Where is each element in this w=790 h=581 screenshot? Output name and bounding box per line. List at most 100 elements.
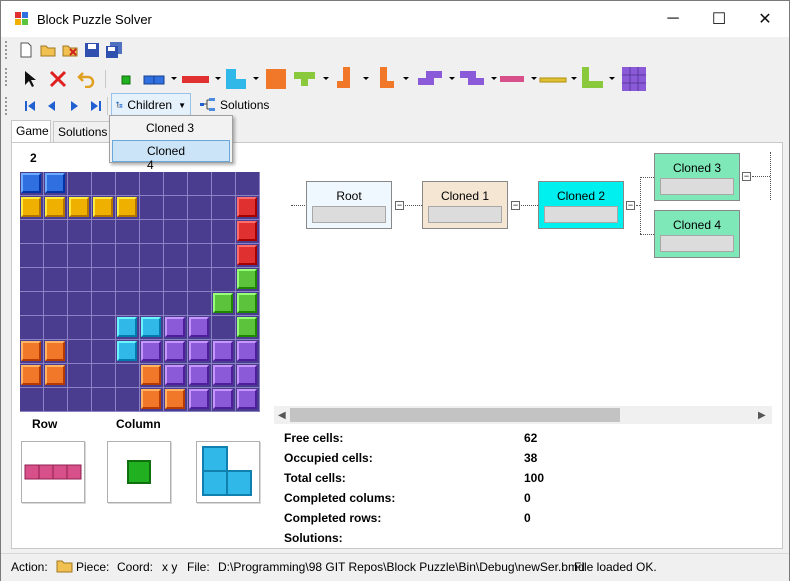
board-cell[interactable] xyxy=(188,244,212,268)
save-icon[interactable] xyxy=(83,41,101,59)
chevron-down-icon[interactable] xyxy=(571,77,577,80)
board-cell[interactable] xyxy=(164,172,188,196)
board-cell[interactable] xyxy=(20,388,44,412)
collapse-toggle[interactable]: − xyxy=(395,201,404,210)
board-cell[interactable] xyxy=(20,268,44,292)
board-cell[interactable] xyxy=(92,292,116,316)
z-piece-icon[interactable] xyxy=(459,68,485,90)
board-cell[interactable] xyxy=(188,220,212,244)
board-cell[interactable] xyxy=(212,220,236,244)
board-cell[interactable] xyxy=(44,316,68,340)
board-cell[interactable] xyxy=(68,244,92,268)
scroll-right-icon[interactable]: ▶ xyxy=(758,410,766,421)
undo-icon[interactable] xyxy=(77,70,95,88)
board-cell[interactable] xyxy=(140,268,164,292)
close-button[interactable]: ✕ xyxy=(742,1,788,37)
board-cell[interactable] xyxy=(164,268,188,292)
chevron-down-icon[interactable] xyxy=(531,77,537,80)
board-cell[interactable] xyxy=(92,364,116,388)
board-cell[interactable] xyxy=(68,388,92,412)
four-line-piece-icon[interactable] xyxy=(499,70,525,88)
board-cell[interactable] xyxy=(188,196,212,220)
chevron-down-icon[interactable] xyxy=(403,77,409,80)
tree-node-cloned-3[interactable]: Cloned 3 xyxy=(654,153,740,201)
board-cell[interactable] xyxy=(44,268,68,292)
tab-game[interactable]: Game xyxy=(11,120,51,143)
toolbar-grip[interactable] xyxy=(5,97,8,115)
board-cell[interactable] xyxy=(212,172,236,196)
tree-node-cloned-1[interactable]: Cloned 1 xyxy=(422,181,508,229)
chevron-down-icon[interactable] xyxy=(491,77,497,80)
single-block-piece-icon[interactable] xyxy=(117,70,135,88)
board-cell[interactable] xyxy=(116,220,140,244)
five-line-piece-icon[interactable] xyxy=(539,70,567,88)
chevron-down-icon[interactable] xyxy=(253,77,259,80)
board-cell[interactable] xyxy=(164,244,188,268)
tab-solutions[interactable]: Solutions xyxy=(53,121,115,143)
row-piece-preview[interactable] xyxy=(21,441,85,503)
board-cell[interactable] xyxy=(20,316,44,340)
board-cell[interactable] xyxy=(44,292,68,316)
collapse-toggle[interactable]: − xyxy=(511,201,520,210)
collapse-toggle[interactable]: − xyxy=(742,172,751,181)
collapse-toggle[interactable]: − xyxy=(626,201,635,210)
board-cell[interactable] xyxy=(44,244,68,268)
tree-node-cloned-2[interactable]: Cloned 2 xyxy=(538,181,624,229)
board-cell[interactable] xyxy=(68,292,92,316)
j-tetromino-piece-icon[interactable] xyxy=(377,66,395,92)
board-cell[interactable] xyxy=(44,388,68,412)
board-cell[interactable] xyxy=(188,172,212,196)
board-cell[interactable] xyxy=(92,268,116,292)
save-all-icon[interactable] xyxy=(105,41,123,59)
chevron-down-icon[interactable] xyxy=(609,77,615,80)
close-file-icon[interactable] xyxy=(61,41,79,59)
board-cell[interactable] xyxy=(140,172,164,196)
board-cell[interactable] xyxy=(140,292,164,316)
board-cell[interactable] xyxy=(188,268,212,292)
delete-icon[interactable] xyxy=(49,70,67,88)
l-triomino-piece-icon[interactable] xyxy=(225,68,247,90)
board-cell[interactable] xyxy=(140,220,164,244)
t-piece-icon[interactable] xyxy=(293,68,317,90)
pointer-icon[interactable] xyxy=(21,70,39,88)
domino-piece-icon[interactable] xyxy=(143,70,165,88)
solutions-button[interactable]: Solutions xyxy=(195,93,275,117)
board-cell[interactable] xyxy=(116,244,140,268)
tree-horizontal-scrollbar[interactable]: ◀ ▶ xyxy=(274,406,772,424)
board-cell[interactable] xyxy=(116,268,140,292)
board-cell[interactable] xyxy=(140,196,164,220)
board-cell[interactable] xyxy=(116,292,140,316)
board-cell[interactable] xyxy=(212,196,236,220)
scroll-thumb[interactable] xyxy=(290,408,620,422)
board-cell[interactable] xyxy=(20,244,44,268)
board-cell[interactable] xyxy=(68,340,92,364)
board-cell[interactable] xyxy=(116,172,140,196)
first-node-icon[interactable] xyxy=(21,97,39,115)
board-cell[interactable] xyxy=(116,364,140,388)
puzzle-board[interactable] xyxy=(20,172,260,412)
board-cell[interactable] xyxy=(68,268,92,292)
chevron-down-icon[interactable] xyxy=(449,77,455,80)
board-cell[interactable] xyxy=(212,268,236,292)
tree-node-cloned-4[interactable]: Cloned 4 xyxy=(654,210,740,258)
board-cell[interactable] xyxy=(116,388,140,412)
next-node-icon[interactable] xyxy=(65,97,83,115)
board-cell[interactable] xyxy=(92,316,116,340)
board-cell[interactable] xyxy=(68,220,92,244)
board-cell[interactable] xyxy=(236,172,260,196)
minimize-button[interactable]: ─ xyxy=(650,1,696,37)
board-cell[interactable] xyxy=(20,292,44,316)
new-file-icon[interactable] xyxy=(17,41,35,59)
menu-item-cloned-3[interactable]: Cloned 3 xyxy=(112,118,230,140)
column-piece-preview[interactable] xyxy=(107,441,171,503)
previous-node-icon[interactable] xyxy=(43,97,61,115)
children-dropdown-button[interactable]: Children ▼ xyxy=(111,93,191,117)
chevron-down-icon[interactable] xyxy=(363,77,369,80)
s-piece-icon[interactable] xyxy=(417,68,443,90)
toolbar-grip[interactable] xyxy=(5,41,8,59)
board-cell[interactable] xyxy=(92,220,116,244)
square-piece-icon[interactable] xyxy=(265,68,287,90)
menu-item-cloned-4[interactable]: Cloned 4 xyxy=(112,140,230,172)
board-cell[interactable] xyxy=(212,244,236,268)
chevron-down-icon[interactable] xyxy=(215,77,221,80)
